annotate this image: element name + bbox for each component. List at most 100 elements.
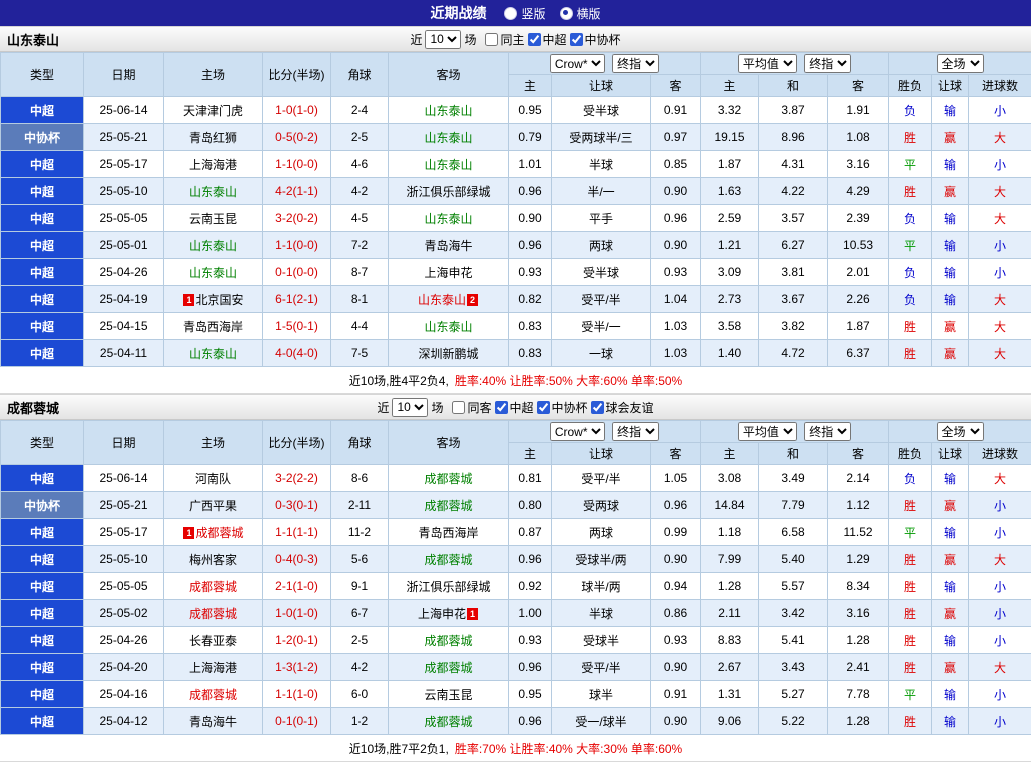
- result-goals-cell: 大: [969, 465, 1031, 492]
- home-team-cell[interactable]: 上海海港: [164, 151, 263, 178]
- league-cell: 中超: [1, 627, 84, 654]
- home-team-cell[interactable]: 上海海港: [164, 654, 263, 681]
- result-wdl-cell: 胜: [889, 573, 932, 600]
- home-team-cell[interactable]: 青岛西海岸: [164, 313, 263, 340]
- team-name-text: 青岛红狮: [189, 131, 237, 145]
- filter-checkbox-2[interactable]: 中协杯: [570, 31, 621, 48]
- corner-cell: 6-0: [331, 681, 389, 708]
- away-team-cell[interactable]: 山东泰山: [389, 313, 509, 340]
- fulltime-select[interactable]: 全场: [937, 54, 984, 73]
- asia-final-select[interactable]: 终指: [612, 54, 659, 73]
- bookmaker-select[interactable]: Crow*: [550, 422, 605, 441]
- fulltime-select[interactable]: 全场: [937, 422, 984, 441]
- home-team-cell[interactable]: 青岛红狮: [164, 124, 263, 151]
- home-team-cell[interactable]: 山东泰山: [164, 340, 263, 367]
- filter-checkbox-1[interactable]: 中超: [495, 399, 534, 416]
- home-team-cell[interactable]: 广西平果: [164, 492, 263, 519]
- filter-checkbox-group: 同主中超中协杯: [485, 31, 620, 48]
- checkbox-input[interactable]: [591, 401, 604, 414]
- filter-checkbox-3[interactable]: 球会友谊: [591, 399, 654, 416]
- away-team-cell[interactable]: 浙江俱乐部绿城: [389, 178, 509, 205]
- subcol-result-goals: 进球数: [969, 443, 1031, 465]
- away-team-cell[interactable]: 青岛西海岸: [389, 519, 509, 546]
- away-team-cell[interactable]: 浙江俱乐部绿城: [389, 573, 509, 600]
- asia-away-odds-cell: 0.96: [651, 205, 701, 232]
- away-team-cell[interactable]: 上海申花1: [389, 600, 509, 627]
- layout-radio-0[interactable]: 竖版: [504, 5, 545, 22]
- euro-final-select[interactable]: 终指: [804, 54, 851, 73]
- filter-checkbox-1[interactable]: 中超: [528, 31, 567, 48]
- team-name-text: 梅州客家: [189, 553, 237, 567]
- euro-average-select[interactable]: 平均值: [738, 422, 797, 441]
- summary-bar: 近10场,胜7平2负1, 胜率:70% 让胜率:40% 大率:30% 单率:60…: [0, 735, 1031, 762]
- away-team-cell[interactable]: 云南玉昆: [389, 681, 509, 708]
- home-team-cell[interactable]: 成都蓉城: [164, 681, 263, 708]
- team-name-text: 山东泰山: [424, 104, 472, 118]
- away-team-cell[interactable]: 上海申花: [389, 259, 509, 286]
- home-team-cell[interactable]: 天津津门虎: [164, 97, 263, 124]
- home-team-cell[interactable]: 长春亚泰: [164, 627, 263, 654]
- handicap-cell: 受平/半: [552, 286, 651, 313]
- handicap-cell: 受一/球半: [552, 708, 651, 735]
- euro-home-odds-cell: 1.18: [701, 519, 759, 546]
- euro-final-select[interactable]: 终指: [804, 422, 851, 441]
- layout-radio-1[interactable]: 横版: [560, 5, 601, 22]
- euro-draw-odds-cell: 5.27: [759, 681, 828, 708]
- match-row: 中超25-05-17上海海港1-1(0-0)4-6山东泰山1.01半球0.851…: [1, 151, 1031, 178]
- subcol-euro-away: 客: [828, 75, 889, 97]
- home-team-cell[interactable]: 山东泰山: [164, 232, 263, 259]
- checkbox-input[interactable]: [452, 401, 465, 414]
- home-team-cell[interactable]: 山东泰山: [164, 259, 263, 286]
- filter-checkbox-2[interactable]: 中协杯: [537, 399, 588, 416]
- result-goals-cell: 大: [969, 340, 1031, 367]
- home-team-cell[interactable]: 1北京国安: [164, 286, 263, 313]
- away-team-cell[interactable]: 山东泰山2: [389, 286, 509, 313]
- home-team-cell[interactable]: 山东泰山: [164, 178, 263, 205]
- away-team-cell[interactable]: 山东泰山: [389, 205, 509, 232]
- away-team-cell[interactable]: 成都蓉城: [389, 708, 509, 735]
- away-team-cell[interactable]: 山东泰山: [389, 151, 509, 178]
- col-header-away: 客场: [389, 53, 509, 97]
- away-team-cell[interactable]: 成都蓉城: [389, 465, 509, 492]
- match-count-select[interactable]: 10: [392, 398, 428, 417]
- home-team-cell[interactable]: 成都蓉城: [164, 573, 263, 600]
- home-team-cell[interactable]: 青岛海牛: [164, 708, 263, 735]
- match-count-select[interactable]: 10: [425, 30, 461, 49]
- score-cell: 0-3(0-1): [263, 492, 331, 519]
- checkbox-input[interactable]: [570, 33, 583, 46]
- checkbox-input[interactable]: [528, 33, 541, 46]
- filter-checkbox-0[interactable]: 同客: [452, 399, 491, 416]
- home-team-cell[interactable]: 河南队: [164, 465, 263, 492]
- away-team-cell[interactable]: 山东泰山: [389, 97, 509, 124]
- asia-away-odds-cell: 0.94: [651, 573, 701, 600]
- home-team-cell[interactable]: 云南玉昆: [164, 205, 263, 232]
- checkbox-input[interactable]: [485, 33, 498, 46]
- away-team-cell[interactable]: 深圳新鹏城: [389, 340, 509, 367]
- home-team-cell[interactable]: 1成都蓉城: [164, 519, 263, 546]
- corner-cell: 9-1: [331, 573, 389, 600]
- asia-final-select[interactable]: 终指: [612, 422, 659, 441]
- match-row: 中超25-04-15青岛西海岸1-5(0-1)4-4山东泰山0.83受半/一1.…: [1, 313, 1031, 340]
- asia-home-odds-cell: 0.83: [509, 340, 552, 367]
- euro-draw-odds-cell: 6.27: [759, 232, 828, 259]
- away-team-cell[interactable]: 成都蓉城: [389, 546, 509, 573]
- away-team-cell[interactable]: 成都蓉城: [389, 654, 509, 681]
- asia-away-odds-cell: 0.90: [651, 178, 701, 205]
- euro-average-select[interactable]: 平均值: [738, 54, 797, 73]
- team-name-text: 山东泰山: [189, 239, 237, 253]
- checkbox-input[interactable]: [495, 401, 508, 414]
- euro-draw-odds-cell: 5.57: [759, 573, 828, 600]
- team-name-text: 青岛海牛: [189, 715, 237, 729]
- away-team-cell[interactable]: 成都蓉城: [389, 627, 509, 654]
- checkbox-input[interactable]: [537, 401, 550, 414]
- score-cell: 0-1(0-1): [263, 708, 331, 735]
- bookmaker-select[interactable]: Crow*: [550, 54, 605, 73]
- filter-checkbox-0[interactable]: 同主: [485, 31, 524, 48]
- home-team-cell[interactable]: 梅州客家: [164, 546, 263, 573]
- away-team-cell[interactable]: 成都蓉城: [389, 492, 509, 519]
- result-wdl-cell: 负: [889, 205, 932, 232]
- euro-home-odds-cell: 14.84: [701, 492, 759, 519]
- away-team-cell[interactable]: 青岛海牛: [389, 232, 509, 259]
- away-team-cell[interactable]: 山东泰山: [389, 124, 509, 151]
- home-team-cell[interactable]: 成都蓉城: [164, 600, 263, 627]
